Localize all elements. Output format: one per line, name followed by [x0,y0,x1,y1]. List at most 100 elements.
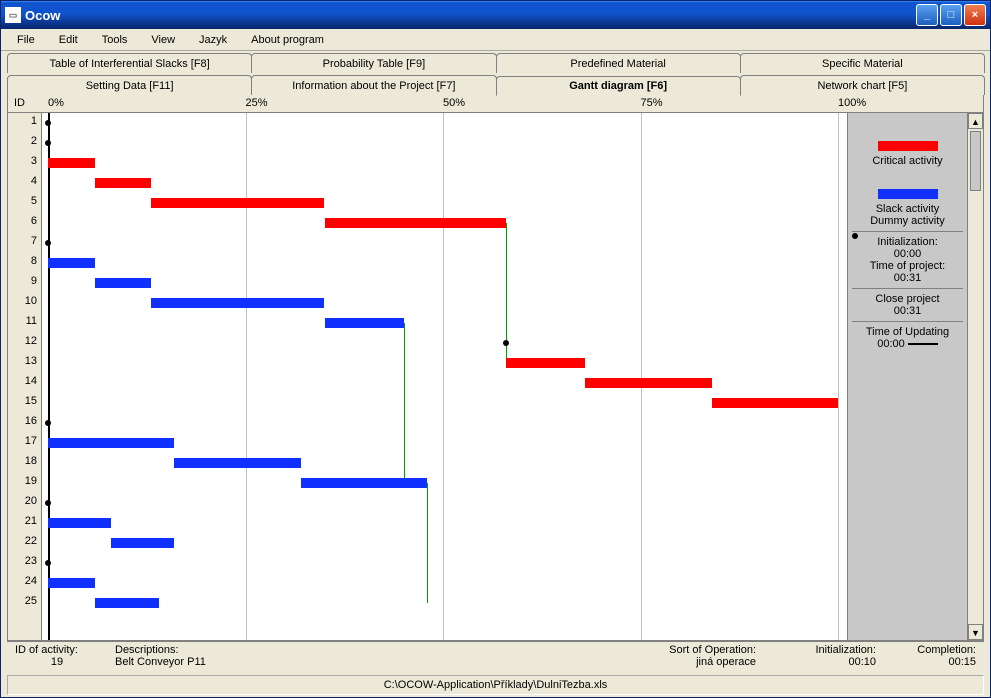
gantt-bar-critical[interactable] [585,378,711,388]
tab-specific-material[interactable]: Specific Material [740,53,985,73]
scroll-up-icon[interactable]: ▲ [968,113,983,129]
gantt-dummy-dot [45,500,51,506]
row-id: 11 [8,313,41,333]
legend-dummy: Dummy activity [852,215,963,227]
legend-init-value: 00:00 [852,248,963,260]
row-id: 24 [8,573,41,593]
legend-upd-label: Time of Updating [852,326,963,338]
menu-bar: File Edit Tools View Jazyk About program [1,29,990,51]
row-id: 4 [8,173,41,193]
row-id: 25 [8,593,41,613]
gantt-bar-critical[interactable] [48,158,95,168]
status-bar: C:\OCOW-Application\Příklady\DulniTezba.… [7,675,984,695]
gantt-bar-slack[interactable] [325,318,404,328]
row-id: 20 [8,493,41,513]
legend-close-label: Close project [852,293,963,305]
id-header: ID [14,97,25,109]
row-id: 10 [8,293,41,313]
legend-top-value: 00:31 [852,272,963,284]
gantt-panel: ID 0%25%50%75%100% 123456789101112131415… [7,95,984,641]
gantt-plot[interactable] [42,113,847,640]
legend-swatch-critical [878,141,938,151]
status-id-value: 19 [15,656,99,668]
legend-swatch-dummy [852,233,858,239]
tab-probability[interactable]: Probability Table [F9] [251,53,496,73]
status-path: C:\OCOW-Application\Příklady\DulniTezba.… [384,679,608,691]
row-id: 16 [8,413,41,433]
gantt-bar-slack[interactable] [95,598,158,608]
gantt-bar-slack[interactable] [301,478,427,488]
status-id-label: ID of activity: [15,644,99,656]
axis-tick: 25% [246,97,268,109]
axis-tick: 0% [48,97,64,109]
gantt-bar-slack[interactable] [48,518,111,528]
status-desc-value: Belt Conveyor P11 [115,656,556,668]
gantt-dummy-dot [45,120,51,126]
title-bar: ▭ Ocow _ □ × [1,1,990,29]
row-id: 2 [8,133,41,153]
menu-view[interactable]: View [139,32,187,48]
minimize-button[interactable]: _ [916,4,938,26]
tab-gantt[interactable]: Gantt diagram [F6] [496,76,741,96]
tab-predef-material[interactable]: Predefined Material [496,53,741,73]
activity-status-row: ID of activity: 19 Descriptions: Belt Co… [7,641,984,673]
legend-close-value: 00:31 [852,305,963,317]
row-id: 17 [8,433,41,453]
gantt-bar-critical[interactable] [712,398,838,408]
tab-network[interactable]: Network chart [F5] [740,75,985,95]
axis-tick: 50% [443,97,465,109]
gantt-bar-slack[interactable] [48,578,95,588]
status-compl-value: 00:15 [892,656,976,668]
gantt-bar-slack[interactable] [174,458,300,468]
gantt-bar-slack[interactable] [95,278,150,288]
gantt-bar-critical[interactable] [151,198,325,208]
menu-file[interactable]: File [5,32,47,48]
row-id: 8 [8,253,41,273]
menu-jazyk[interactable]: Jazyk [187,32,239,48]
row-id: 19 [8,473,41,493]
gantt-bar-slack[interactable] [111,538,174,548]
legend-slack: Slack activity [852,203,963,215]
close-button[interactable]: × [964,4,986,26]
tab-row-upper: Table of Interferential Slacks [F8] Prob… [7,53,984,73]
main-window: ▭ Ocow _ □ × File Edit Tools View Jazyk … [0,0,991,698]
tab-row-lower: Setting Data [F11] Information about the… [7,75,984,95]
scroll-thumb[interactable] [970,131,981,191]
axis-tick: 100% [838,97,866,109]
gantt-dummy-dot [45,140,51,146]
vertical-scrollbar[interactable]: ▲ ▼ [967,113,983,640]
gantt-dummy-dot [45,420,51,426]
row-id: 13 [8,353,41,373]
axis-tick: 75% [641,97,663,109]
row-id: 7 [8,233,41,253]
gantt-bar-slack[interactable] [48,258,95,268]
gantt-dummy-dot [45,560,51,566]
status-sort-value: jiná operace [572,656,756,668]
row-id: 23 [8,553,41,573]
gantt-dummy-dot [45,240,51,246]
menu-edit[interactable]: Edit [47,32,90,48]
row-id: 1 [8,113,41,133]
tab-project-info[interactable]: Information about the Project [F7] [251,75,496,95]
row-id: 5 [8,193,41,213]
maximize-button[interactable]: □ [940,4,962,26]
gantt-bar-slack[interactable] [151,298,325,308]
scroll-down-icon[interactable]: ▼ [968,624,983,640]
tab-slacks[interactable]: Table of Interferential Slacks [F8] [7,53,252,73]
gantt-bar-critical[interactable] [325,218,507,228]
row-id: 18 [8,453,41,473]
tab-setting-data[interactable]: Setting Data [F11] [7,75,252,95]
menu-tools[interactable]: Tools [90,32,140,48]
legend-init-label: Initialization: [852,236,963,248]
gantt-bar-critical[interactable] [95,178,150,188]
menu-about[interactable]: About program [239,32,336,48]
legend-top-label: Time of project: [852,260,963,272]
row-id: 22 [8,533,41,553]
legend-panel: Critical activity Slack activity Dummy a… [847,113,967,640]
row-id: 21 [8,513,41,533]
legend-critical: Critical activity [852,155,963,167]
row-id: 3 [8,153,41,173]
gantt-bar-critical[interactable] [506,358,585,368]
window-title: Ocow [25,8,916,23]
gantt-bar-slack[interactable] [48,438,174,448]
